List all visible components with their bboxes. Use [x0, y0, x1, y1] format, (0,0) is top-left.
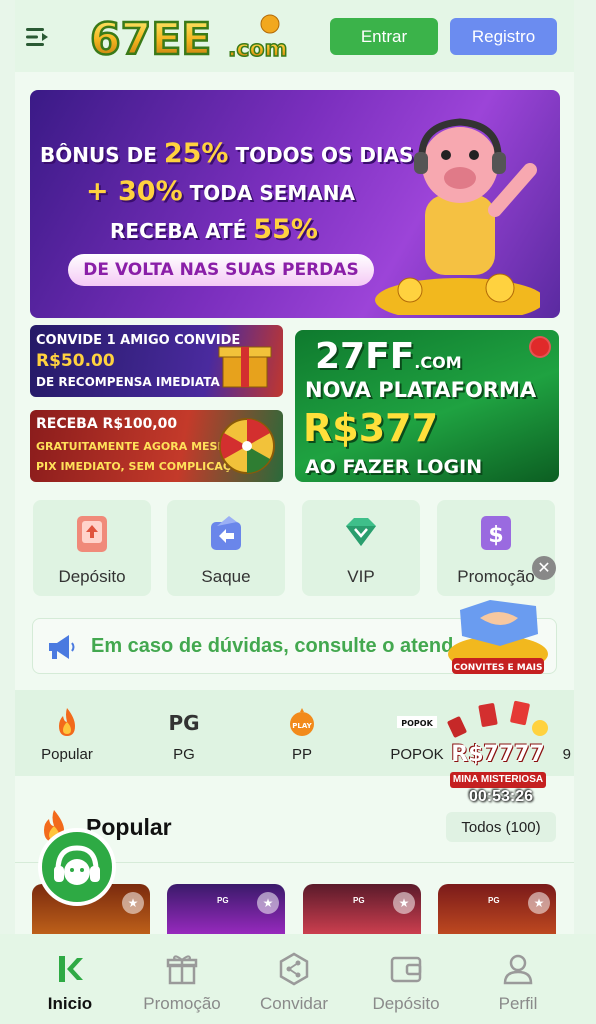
category-pp[interactable]: PLAY PP	[250, 706, 354, 766]
deposit-icon	[77, 516, 107, 552]
quick-action-vip-label: VIP	[347, 567, 375, 586]
notice-text: Em caso de dúvidas, consulte o atend	[91, 635, 454, 657]
mystery-mine-label: MINA MISTERIOSA	[450, 772, 546, 788]
bottom-nav: Inicio Promoção Convidar Depósito Perfil	[0, 934, 596, 1024]
banner-receive-line1: RECEBA R$100,00	[36, 416, 178, 432]
favorite-star-icon[interactable]: ★	[528, 892, 550, 914]
headset-icon	[54, 845, 100, 885]
invite-promo-label: CONVITES E MAIS	[453, 663, 542, 673]
game-card[interactable]: PG ★	[303, 884, 421, 936]
favorite-star-icon[interactable]: ★	[122, 892, 144, 914]
banner-platform-amount: R$377	[303, 406, 439, 450]
nav-invite-label: Convidar	[259, 994, 329, 1013]
nav-invite[interactable]: Convidar	[244, 952, 344, 1014]
quick-action-deposit[interactable]: Depósito	[33, 500, 151, 596]
nav-deposit[interactable]: Depósito	[356, 952, 456, 1014]
gift-icon	[166, 955, 198, 985]
withdraw-icon	[211, 516, 241, 550]
quick-action-withdraw[interactable]: Saque	[167, 500, 285, 596]
banner-main[interactable]: BÔNUS DE 25% TODOS OS DIAS + 30% TODA SE…	[30, 90, 560, 318]
banner-invite[interactable]: CONVIDE 1 AMIGO CONVIDE R$50.00 DE RECOM…	[30, 325, 283, 397]
game-card[interactable]: PG ★	[438, 884, 556, 936]
category-pg-label: PG	[173, 746, 195, 763]
nav-home-label: Inicio	[47, 994, 93, 1013]
nav-promo[interactable]: Promoção	[132, 952, 232, 1014]
home-logo-icon	[59, 956, 83, 982]
banner-platform[interactable]: 27FF.COM NOVA PLATAFORMA R$377 AO FAZER …	[295, 330, 559, 482]
quick-action-withdraw-label: Saque	[201, 567, 251, 586]
banner-main-pill: DE VOLTA NAS SUAS PERDAS	[68, 254, 374, 286]
pig-mascot-icon	[375, 118, 540, 315]
banner-platform-dot	[529, 336, 551, 358]
svg-text:POPOK: POPOK	[401, 719, 433, 728]
popular-all-button[interactable]: Todos (100)	[446, 812, 556, 842]
quick-action-promo[interactable]: $ Promoção	[437, 500, 555, 596]
pg-logo-icon: PG	[168, 711, 199, 734]
nav-profile-label: Perfil	[498, 994, 538, 1013]
quick-action-deposit-label: Depósito	[58, 567, 126, 586]
banner-invite-line3: DE RECOMPENSA IMEDIATA	[36, 375, 220, 389]
pp-logo-icon: PLAY	[290, 708, 314, 736]
login-button[interactable]: Entrar	[330, 18, 438, 55]
favorite-star-icon[interactable]: ★	[393, 892, 415, 914]
vip-diamond-icon	[346, 518, 376, 546]
close-icon[interactable]: ✕	[532, 556, 556, 580]
flame-icon	[59, 708, 75, 736]
favorite-star-icon[interactable]: ★	[257, 892, 279, 914]
menu-icon[interactable]	[24, 24, 50, 50]
category-popular[interactable]: Popular	[15, 706, 119, 766]
gift-box-icon	[218, 346, 272, 388]
banner-receive-line2: GRATUITAMENTE AGORA MESMO	[36, 440, 238, 453]
svg-text:$: $	[488, 523, 503, 548]
megaphone-icon	[49, 635, 75, 659]
mystery-mine-timer: 00:53:26	[468, 788, 534, 805]
banner-platform-line2: NOVA PLATAFORMA	[305, 378, 537, 402]
nav-home[interactable]: Inicio	[20, 952, 120, 1014]
banner-platform-brand: 27FF.COM	[315, 336, 462, 377]
popok-logo-icon: POPOK	[397, 716, 437, 728]
svg-text:67EE: 67EE	[90, 14, 211, 64]
svg-text:PG: PG	[168, 711, 199, 734]
wallet-icon	[390, 956, 422, 983]
user-icon	[503, 954, 533, 985]
banner-invite-amount: R$50.00	[36, 351, 115, 371]
promo-dollar-icon: $	[481, 516, 511, 550]
nav-promo-label: Promoção	[143, 994, 221, 1013]
banner-main-line1: BÔNUS DE 25% TODOS OS DIAS	[40, 138, 414, 169]
quick-action-vip[interactable]: VIP	[302, 500, 420, 596]
banner-receive[interactable]: RECEBA R$100,00 GRATUITAMENTE AGORA MESM…	[30, 410, 283, 482]
category-popular-label: Popular	[41, 746, 93, 763]
mystery-mine-float[interactable]: R$7777 MINA MISTERIOSA 00:53:26	[440, 700, 560, 808]
nav-deposit-label: Depósito	[372, 994, 440, 1013]
svg-text:PLAY: PLAY	[292, 722, 312, 730]
game-card[interactable]: PG ★	[167, 884, 285, 936]
nav-profile[interactable]: Perfil	[468, 952, 568, 1014]
logo[interactable]: 67EE .com	[88, 10, 308, 64]
mystery-mine-amount: R$7777	[451, 742, 545, 767]
invite-promo-float[interactable]: CONVITES E MAIS	[440, 588, 556, 676]
banner-invite-line1: CONVIDE 1 AMIGO CONVIDE	[36, 333, 241, 348]
share-icon	[279, 952, 309, 986]
banner-main-line2: + 30% TODA SEMANA	[86, 176, 355, 207]
category-pg[interactable]: PG PG	[132, 706, 236, 766]
prize-wheel-icon	[219, 418, 275, 474]
banner-main-line3: RECEBA ATÉ 55%	[110, 214, 318, 245]
support-chat-button[interactable]	[38, 828, 116, 906]
register-button[interactable]: Registro	[450, 18, 557, 55]
svg-text:.com: .com	[228, 37, 287, 62]
category-pp-label: PP	[291, 746, 312, 763]
banner-platform-line4: AO FAZER LOGIN	[305, 456, 483, 478]
